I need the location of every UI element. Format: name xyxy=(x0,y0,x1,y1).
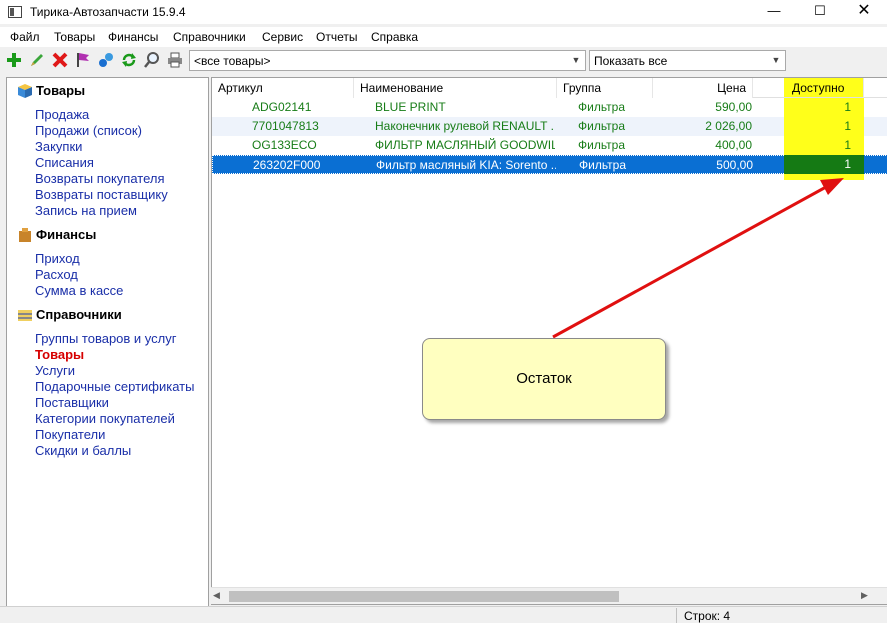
nav-customer-categories[interactable]: Категории покупателей xyxy=(35,411,175,426)
nav-services[interactable]: Услуги xyxy=(35,363,75,378)
nav-customers[interactable]: Покупатели xyxy=(35,427,105,442)
menu-finance[interactable]: Финансы xyxy=(108,30,158,44)
product-filter-value: <все товары> xyxy=(194,54,271,68)
cell-group: Фильтра xyxy=(578,119,625,133)
title-bar: Тирика-Автозапчасти 15.9.4 — ☐ ✕ xyxy=(0,0,887,24)
add-icon[interactable] xyxy=(5,51,23,69)
cell-available: 1 xyxy=(844,100,851,114)
cell-group: Фильтра xyxy=(579,158,626,172)
section-title-references[interactable]: Справочники xyxy=(36,307,122,322)
menu-reports[interactable]: Отчеты xyxy=(316,30,357,44)
flag-icon[interactable] xyxy=(74,51,92,69)
show-filter-select[interactable]: Показать все ▼ xyxy=(589,50,786,71)
section-title-products[interactable]: Товары xyxy=(36,83,85,98)
available-cell-selected: 1 xyxy=(784,155,864,174)
menu-bar: Файл Товары Финансы Справочники Сервис О… xyxy=(0,27,887,47)
table-row[interactable]: OG133ECO ФИЛЬТР МАСЛЯНЫЙ GOODWILL Фильтр… xyxy=(212,136,887,155)
nav-suppliers[interactable]: Поставщики xyxy=(35,395,109,410)
cell-article: 7701047813 xyxy=(252,119,319,133)
cell-available: 1 xyxy=(844,157,851,171)
app-window: Тирика-Автозапчасти 15.9.4 — ☐ ✕ Файл То… xyxy=(0,0,887,623)
column-header-price[interactable]: Цена xyxy=(653,78,753,98)
search-icon[interactable] xyxy=(143,51,161,69)
status-bar: Строк: 4 xyxy=(0,606,887,623)
minimize-button[interactable]: — xyxy=(751,0,797,24)
cell-article: OG133ECO xyxy=(252,138,317,152)
menu-references[interactable]: Справочники xyxy=(173,30,246,44)
nav-purchases[interactable]: Закупки xyxy=(35,139,82,154)
window-title: Тирика-Автозапчасти 15.9.4 xyxy=(30,5,186,19)
edit-icon[interactable] xyxy=(28,51,46,69)
cell-price: 2 026,00 xyxy=(705,119,752,133)
status-separator xyxy=(676,608,677,623)
menu-file[interactable]: Файл xyxy=(10,30,40,44)
menu-products[interactable]: Товары xyxy=(54,30,95,44)
cell-group: Фильтра xyxy=(578,138,625,152)
column-header-group[interactable]: Группа xyxy=(557,78,653,98)
nav-expense[interactable]: Расход xyxy=(35,267,78,282)
box-icon xyxy=(18,84,32,98)
cell-price: 590,00 xyxy=(715,100,752,114)
toolbar: <все товары> ▼ Показать все ▼ xyxy=(0,49,887,73)
app-icon xyxy=(8,6,22,18)
cell-name: BLUE PRINT xyxy=(375,100,446,114)
navigation-panel: Товары Продажа Продажи (список) Закупки … xyxy=(6,77,209,607)
nav-gift-certificates[interactable]: Подарочные сертификаты xyxy=(35,379,194,394)
cell-group: Фильтра xyxy=(578,100,625,114)
product-filter-select[interactable]: <все товары> ▼ xyxy=(189,50,586,71)
column-header-article[interactable]: Артикул xyxy=(212,78,354,98)
annotation-callout: Остаток xyxy=(422,338,666,420)
nav-customer-returns[interactable]: Возвраты покупателя xyxy=(35,171,165,186)
cell-article: ADG02141 xyxy=(252,100,312,114)
scroll-left-icon[interactable]: ◀ xyxy=(213,590,220,601)
scroll-right-icon[interactable]: ▶ xyxy=(861,590,868,601)
nav-product-groups[interactable]: Группы товаров и услуг xyxy=(35,331,177,346)
cell-article: 263202F000 xyxy=(253,158,321,172)
print-icon[interactable] xyxy=(166,51,184,69)
cell-price: 500,00 xyxy=(716,158,753,172)
books-icon xyxy=(18,310,32,321)
nav-cash-total[interactable]: Сумма в кассе xyxy=(35,283,123,298)
wallet-icon xyxy=(19,228,31,242)
nav-supplier-returns[interactable]: Возвраты поставщику xyxy=(35,187,168,202)
cell-name: Фильтр масляный KIA: Sorento ... xyxy=(376,158,556,172)
menu-service[interactable]: Сервис xyxy=(262,30,303,44)
refresh-icon[interactable] xyxy=(120,51,138,69)
show-filter-value: Показать все xyxy=(594,54,668,68)
chevron-down-icon: ▼ xyxy=(771,55,781,65)
delete-icon[interactable] xyxy=(51,51,69,69)
scrollbar-thumb[interactable] xyxy=(229,591,619,602)
table-row[interactable]: ADG02141 BLUE PRINT Фильтра 590,00 1 xyxy=(212,98,887,117)
cell-price: 400,00 xyxy=(715,138,752,152)
column-header-available[interactable]: Доступно xyxy=(784,78,864,98)
section-title-finance[interactable]: Финансы xyxy=(36,227,96,242)
chevron-down-icon: ▼ xyxy=(571,55,581,65)
nav-appointments[interactable]: Запись на прием xyxy=(35,203,137,218)
nav-sales-list[interactable]: Продажи (список) xyxy=(35,123,142,138)
maximize-button[interactable]: ☐ xyxy=(797,0,843,24)
close-button[interactable]: ✕ xyxy=(841,0,887,24)
horizontal-scrollbar[interactable]: ◀ ▶ xyxy=(211,587,887,604)
nav-income[interactable]: Приход xyxy=(35,251,80,266)
cell-name: ФИЛЬТР МАСЛЯНЫЙ GOODWILL xyxy=(375,138,555,152)
nav-write-offs[interactable]: Списания xyxy=(35,155,94,170)
cell-available: 1 xyxy=(844,119,851,133)
link-icon[interactable] xyxy=(97,51,115,69)
menu-help[interactable]: Справка xyxy=(371,30,418,44)
nav-discounts[interactable]: Скидки и баллы xyxy=(35,443,131,458)
nav-products[interactable]: Товары xyxy=(35,347,84,362)
rows-count: Строк: 4 xyxy=(684,609,731,623)
nav-sale[interactable]: Продажа xyxy=(35,107,89,122)
cell-available: 1 xyxy=(844,138,851,152)
column-header-name[interactable]: Наименование xyxy=(354,78,557,98)
table-header: Артикул Наименование Группа Цена Доступн… xyxy=(212,78,887,98)
table-row[interactable]: 7701047813 Наконечник рулевой RENAULT ..… xyxy=(212,117,887,136)
cell-name: Наконечник рулевой RENAULT ... xyxy=(375,119,555,133)
